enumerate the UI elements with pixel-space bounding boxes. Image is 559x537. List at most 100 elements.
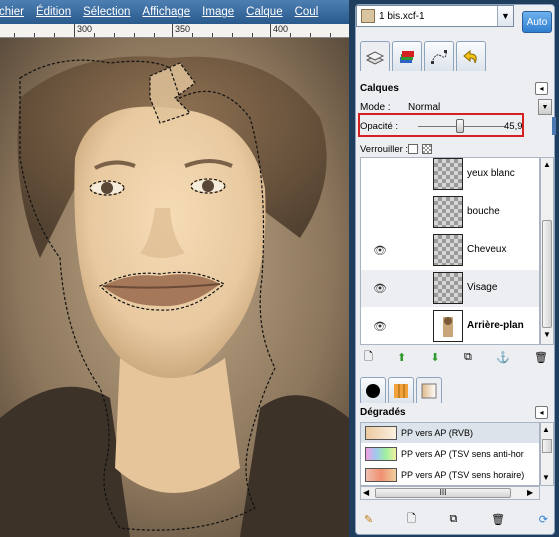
ruler-label-300: 300 [77, 24, 93, 34]
opacity-value[interactable]: 45,9 [504, 121, 523, 132]
channels-icon [400, 50, 414, 63]
scroll-up-icon[interactable]: ▲ [542, 160, 552, 172]
new-layer-icon[interactable]: 🗋 [364, 348, 373, 367]
layer-thumbnail [433, 158, 463, 190]
edit-gradient-icon[interactable]: ✎ [364, 513, 373, 526]
gradients-hscrollbar[interactable]: ◀ III ▶ [360, 486, 540, 500]
layers-panel-menu-icon[interactable]: ◂ [535, 82, 548, 95]
ruler-label-350: 350 [175, 24, 191, 34]
portrait-thumbnail-icon [443, 317, 453, 337]
tab-undo-history[interactable] [456, 41, 486, 71]
layer-name: bouche [467, 206, 500, 217]
menu-edition[interactable]: Édition [36, 6, 71, 18]
gradient-item[interactable]: PP vers AP (TSV sens anti-hor [361, 444, 539, 464]
eye-icon[interactable]: 👁 [373, 320, 387, 333]
scroll-right-icon[interactable]: ▶ [527, 488, 533, 497]
dock-tabs [360, 41, 486, 71]
layers-scrollbar[interactable]: ▲ ▼ [540, 157, 554, 345]
layers-list: yeux blanc bouche 👁 Cheveux 👁 Visage 👁 A… [360, 157, 540, 345]
eye-icon[interactable]: 👁 [373, 244, 387, 257]
scroll-up-icon[interactable]: ▲ [542, 425, 550, 434]
mode-label: Mode : [360, 102, 391, 113]
scroll-down-icon[interactable]: ▼ [542, 473, 550, 482]
layer-name: Visage [467, 282, 498, 293]
scrollbar-thumb[interactable] [542, 220, 552, 328]
lower-layer-icon[interactable]: ⬇ [431, 351, 440, 364]
layer-thumbnail [433, 196, 463, 228]
tab-layers[interactable] [360, 41, 390, 71]
gradient-swatch [365, 447, 397, 461]
mode-dropdown-icon[interactable]: ▼ [538, 99, 552, 115]
menu-affichage[interactable]: Affichage [142, 6, 190, 18]
gradient-icon [421, 383, 437, 398]
horizontal-ruler[interactable]: 300 350 400 [0, 24, 349, 38]
dock-tabs-lower [360, 377, 442, 403]
lock-label: Verrouiller : [360, 144, 409, 155]
chevron-down-icon[interactable]: ▼ [497, 6, 513, 26]
dock-panel: 1 bis.xcf-1 ▼ Auto Calques ◂ Mode : Norm… [351, 0, 559, 537]
pattern-icon [394, 383, 408, 398]
tab-brushes[interactable] [360, 377, 386, 403]
gradient-item[interactable]: PP vers AP (TSV sens horaire) [361, 465, 539, 485]
opacity-spinner[interactable] [552, 117, 556, 135]
photo-canvas[interactable] [0, 38, 349, 537]
lock-alpha-checkbox[interactable] [422, 144, 432, 154]
gradients-panel-menu-icon[interactable]: ◂ [535, 406, 548, 419]
duplicate-gradient-icon[interactable]: ⧉ [450, 513, 458, 526]
scroll-down-icon[interactable]: ▼ [542, 330, 552, 342]
auto-button[interactable]: Auto [522, 11, 552, 33]
menu-couleurs[interactable]: Coul [295, 6, 319, 18]
delete-gradient-icon[interactable]: 🗑 [491, 513, 505, 526]
layers-button-bar: 🗋 ⬆ ⬇ ⧉ ⚓ 🗑 [360, 347, 552, 367]
gradients-list: PP vers AP (RVB) PP vers AP (TSV sens an… [360, 422, 540, 486]
mode-value[interactable]: Normal [408, 102, 440, 113]
scroll-left-icon[interactable]: ◀ [363, 488, 369, 497]
tab-gradients[interactable] [416, 377, 442, 403]
layer-thumbnail [433, 310, 463, 342]
new-gradient-icon[interactable]: 🗋 [407, 510, 416, 529]
opacity-label: Opacité : [360, 121, 399, 132]
gradient-name: PP vers AP (TSV sens horaire) [401, 470, 525, 480]
layers-icon [365, 50, 385, 65]
menu-fichier[interactable]: chier [0, 6, 24, 18]
gradients-button-bar: ✎ 🗋 ⧉ 🗑 ⟳ [360, 509, 552, 529]
undo-icon [463, 49, 477, 63]
gradient-item[interactable]: PP vers AP (RVB) [361, 423, 539, 443]
layer-name: Arrière-plan [467, 320, 524, 331]
layer-row-bouche[interactable]: bouche [361, 194, 539, 231]
refresh-gradients-icon[interactable]: ⟳ [539, 513, 548, 526]
image-window: chier Édition Sélection Affichage Image … [0, 0, 349, 537]
gradient-name: PP vers AP (TSV sens anti-hor [401, 449, 524, 459]
gradients-vscrollbar[interactable]: ▲ ▼ [540, 422, 554, 486]
delete-layer-icon[interactable]: 🗑 [534, 351, 548, 364]
dock-inner: 1 bis.xcf-1 ▼ Auto Calques ◂ Mode : Norm… [355, 4, 556, 535]
scrollbar-thumb[interactable]: III [375, 488, 511, 498]
layer-thumbnail [433, 234, 463, 266]
tab-channels[interactable] [392, 41, 422, 71]
image-thumbnail-icon [361, 9, 375, 23]
tab-paths[interactable] [424, 41, 454, 71]
tab-patterns[interactable] [388, 377, 414, 403]
layer-row-yeux-blanc[interactable]: yeux blanc [361, 158, 539, 193]
raise-layer-icon[interactable]: ⬆ [397, 351, 406, 364]
menu-image[interactable]: Image [202, 6, 234, 18]
eye-icon[interactable]: 👁 [373, 282, 387, 295]
layer-row-visage[interactable]: 👁 Visage [361, 270, 539, 307]
layer-row-arriere-plan[interactable]: 👁 Arrière-plan [361, 308, 539, 344]
menu-calque[interactable]: Calque [246, 6, 282, 18]
gradient-name: PP vers AP (RVB) [401, 428, 474, 438]
menu-bar: chier Édition Sélection Affichage Image … [0, 0, 349, 24]
lock-pixels-checkbox[interactable] [408, 144, 418, 154]
gradient-swatch [365, 468, 397, 482]
paths-icon [431, 49, 447, 64]
ruler-label-400: 400 [273, 24, 289, 34]
layer-row-cheveux[interactable]: 👁 Cheveux [361, 232, 539, 269]
image-selector[interactable]: 1 bis.xcf-1 ▼ [356, 5, 514, 27]
layer-name: Cheveux [467, 244, 507, 255]
duplicate-layer-icon[interactable]: ⧉ [464, 351, 472, 364]
opacity-slider-handle[interactable] [456, 119, 464, 133]
scrollbar-thumb[interactable] [542, 439, 552, 453]
anchor-layer-icon[interactable]: ⚓ [496, 351, 510, 364]
gradient-swatch [365, 426, 397, 440]
menu-selection[interactable]: Sélection [83, 6, 130, 18]
